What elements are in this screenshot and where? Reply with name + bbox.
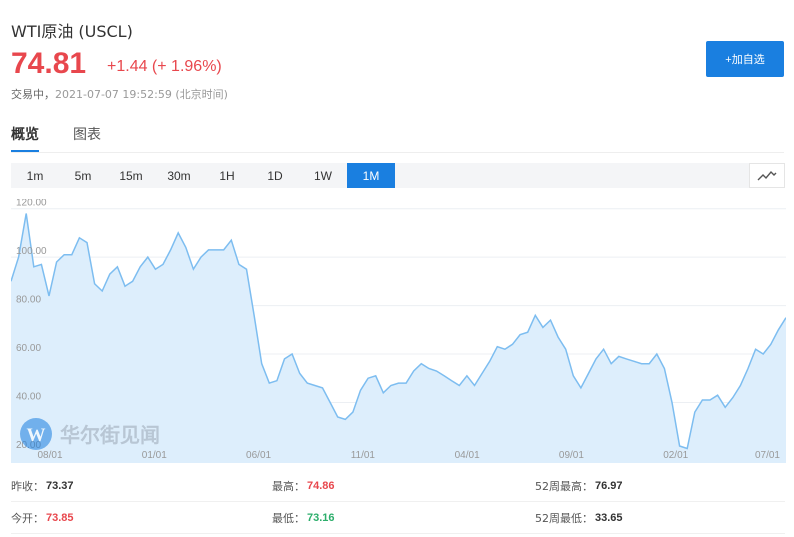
add-to-watchlist-button[interactable]: +加自选 bbox=[706, 41, 784, 77]
stat-value: 74.86 bbox=[307, 480, 335, 492]
stat-high: 最高： 74.86 bbox=[272, 470, 335, 502]
stat-prev-close: 昨收： 73.37 bbox=[11, 470, 74, 502]
period-selector: 1m 5m 15m 30m 1H 1D 1W 1M bbox=[11, 163, 785, 188]
x-tick-label: 01/01 bbox=[142, 450, 167, 461]
instrument-title: WTI原油 (USCL) bbox=[11, 22, 133, 41]
y-tick-label: 60.00 bbox=[16, 343, 41, 354]
period-1d[interactable]: 1D bbox=[251, 163, 299, 188]
timestamp: 2021-07-07 19:52:59 (北京时间) bbox=[55, 88, 228, 101]
period-1m[interactable]: 1m bbox=[11, 163, 59, 188]
x-tick-label: 07/01 bbox=[755, 450, 780, 461]
x-tick-label: 06/01 bbox=[246, 450, 271, 461]
svg-text:W: W bbox=[27, 425, 46, 446]
x-tick-label: 02/01 bbox=[663, 450, 688, 461]
y-tick-label: 80.00 bbox=[16, 295, 41, 306]
stat-value: 73.16 bbox=[307, 512, 335, 524]
period-1w[interactable]: 1W bbox=[299, 163, 347, 188]
stat-label: 今开： bbox=[11, 512, 44, 525]
stat-value: 73.37 bbox=[46, 480, 74, 492]
line-chart-icon bbox=[757, 170, 777, 180]
y-tick-label: 100.00 bbox=[16, 246, 47, 257]
stat-label: 最低： bbox=[272, 512, 305, 525]
status-label: 交易中， bbox=[11, 88, 55, 101]
period-30m[interactable]: 30m bbox=[155, 163, 203, 188]
tab-overview[interactable]: 概览 bbox=[11, 124, 39, 152]
watermark-text: 华尔街见闻 bbox=[60, 423, 160, 447]
y-tick-label: 40.00 bbox=[16, 391, 41, 402]
chart-type-button[interactable] bbox=[749, 163, 785, 188]
period-1mo[interactable]: 1M bbox=[347, 163, 395, 188]
x-tick-label: 04/01 bbox=[455, 450, 480, 461]
stat-low: 最低： 73.16 bbox=[272, 502, 335, 534]
tab-chart[interactable]: 图表 bbox=[73, 124, 101, 152]
price-change: +1.44 (+ 1.96%) bbox=[107, 58, 222, 75]
stat-label: 52周最低： bbox=[535, 512, 593, 525]
x-tick-label: 09/01 bbox=[559, 450, 584, 461]
x-tick-label: 11/01 bbox=[351, 450, 376, 461]
watermark-logo: W 华尔街见闻 bbox=[20, 418, 160, 450]
last-price: 74.81 bbox=[11, 47, 87, 80]
stat-label: 昨收： bbox=[11, 480, 44, 493]
period-1h[interactable]: 1H bbox=[203, 163, 251, 188]
stat-label: 52周最高： bbox=[535, 480, 593, 493]
tab-bar: 概览 图表 bbox=[11, 124, 101, 152]
stat-value: 76.97 bbox=[595, 480, 623, 492]
stat-value: 33.65 bbox=[595, 512, 623, 524]
stat-52w-high: 52周最高： 76.97 bbox=[535, 470, 623, 502]
y-tick-label: 120.00 bbox=[16, 199, 47, 209]
trading-status: 交易中，2021-07-07 19:52:59 (北京时间) bbox=[11, 86, 228, 102]
period-5m[interactable]: 5m bbox=[59, 163, 107, 188]
tabs-divider bbox=[11, 152, 784, 153]
stat-value: 73.85 bbox=[46, 512, 74, 524]
stats-row: 昨收： 73.37 最高： 74.86 52周最高： 76.97 bbox=[11, 470, 785, 502]
price-chart: 120.00100.0080.0060.0040.0020.00 08/0101… bbox=[11, 199, 786, 463]
stat-label: 最高： bbox=[272, 480, 305, 493]
stat-52w-low: 52周最低： 33.65 bbox=[535, 502, 623, 534]
period-15m[interactable]: 15m bbox=[107, 163, 155, 188]
stats-row: 今开： 73.85 最低： 73.16 52周最低： 33.65 bbox=[11, 502, 785, 534]
stat-open: 今开： 73.85 bbox=[11, 502, 74, 534]
stats-panel: 昨收： 73.37 最高： 74.86 52周最高： 76.97 今开： 73.85 最… bbox=[11, 470, 785, 534]
x-tick-label: 08/01 bbox=[37, 450, 62, 461]
